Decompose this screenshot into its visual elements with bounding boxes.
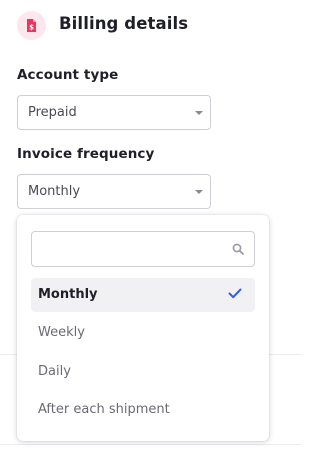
invoice-frequency-dropdown: Monthly Weekly Daily After each shipment: [17, 215, 269, 441]
dropdown-option-weekly[interactable]: Weekly: [31, 316, 255, 350]
account-type-value: Prepaid: [28, 105, 77, 120]
dropdown-search-input[interactable]: [40, 238, 220, 260]
invoice-frequency-select[interactable]: Monthly: [17, 174, 211, 209]
account-type-label: Account type: [17, 67, 119, 83]
svg-text:$: $: [29, 24, 34, 32]
dropdown-search-field[interactable]: [31, 231, 255, 267]
caret-down-icon: [195, 190, 203, 194]
check-icon: [228, 288, 242, 299]
dropdown-option-daily[interactable]: Daily: [31, 355, 255, 389]
dropdown-option-after-each-shipment[interactable]: After each shipment: [31, 393, 255, 427]
caret-down-icon: [195, 111, 203, 115]
section-divider: [0, 444, 301, 445]
invoice-icon: $: [17, 11, 46, 40]
invoice-frequency-label: Invoice frequency: [17, 146, 155, 162]
account-type-select[interactable]: Prepaid: [17, 95, 211, 130]
search-icon: [232, 243, 244, 255]
option-label: After each shipment: [38, 402, 170, 417]
option-label: Weekly: [38, 325, 85, 340]
dropdown-option-monthly[interactable]: Monthly: [31, 278, 255, 312]
invoice-frequency-value: Monthly: [28, 184, 81, 199]
page-title: Billing details: [59, 14, 189, 33]
option-label: Monthly: [38, 287, 98, 302]
option-label: Daily: [38, 364, 71, 379]
